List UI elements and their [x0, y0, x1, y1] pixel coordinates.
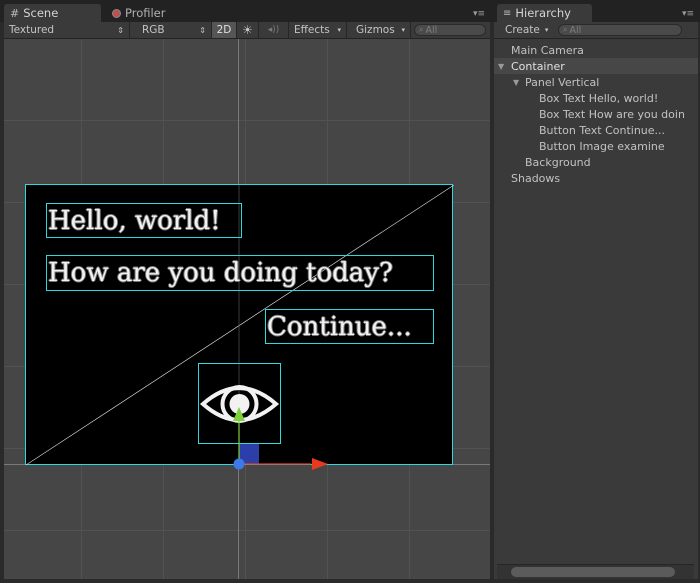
hierarchy-item-box-text-question[interactable]: Box Text How are you doin [494, 106, 698, 122]
lighting-toggle[interactable]: ☀ [237, 22, 259, 38]
panel-menu-icon[interactable]: ▾≡ [473, 9, 485, 19]
hierarchy-item-label: Panel Vertical [525, 75, 600, 89]
updown-icon: ⇕ [117, 25, 124, 35]
speaker-icon: ◂)) [267, 25, 280, 35]
hierarchy-item-label: Box Text How are you doin [539, 107, 685, 121]
tab-hierarchy-label: Hierarchy [515, 6, 571, 20]
hierarchy-item-container[interactable]: ▼ Container [494, 58, 698, 74]
hierarchy-item-label: Box Text Hello, world! [539, 91, 659, 105]
hello-text: Hello, world! [48, 205, 221, 236]
tab-hierarchy[interactable]: ≡ Hierarchy [497, 4, 592, 22]
hierarchy-horizontal-scrollbar[interactable] [497, 564, 694, 579]
box-text-question[interactable]: How are you doing today? [46, 255, 434, 291]
question-text: How are you doing today? [48, 258, 393, 288]
gizmo-x-arrow [312, 458, 328, 470]
scene-search-placeholder: All [425, 24, 438, 36]
scrollbar-thumb[interactable] [511, 567, 675, 577]
hierarchy-toolbar: Create ▾ ⌕ All [494, 22, 698, 39]
tab-scene[interactable]: # Scene [4, 4, 101, 22]
audio-toggle[interactable]: ◂)) [259, 22, 289, 38]
tab-profiler-label: Profiler [125, 6, 166, 20]
2d-toggle[interactable]: 2D [212, 22, 237, 38]
shading-mode-dropdown[interactable]: Textured ⇕ [4, 22, 130, 38]
hierarchy-list: Main Camera ▼ Container ▼ Panel Vertical… [494, 39, 698, 579]
chevron-down-icon: ▾ [544, 26, 549, 34]
grid-icon: # [10, 6, 20, 20]
2d-toggle-label: 2D [216, 24, 232, 36]
create-label: Create [505, 24, 540, 36]
list-icon: ≡ [503, 7, 512, 19]
render-mode-dropdown[interactable]: RGB ⇕ [137, 22, 212, 38]
chevron-down-icon: ▾ [337, 26, 341, 34]
scene-view[interactable]: Hello, world! How are you doing today? C… [4, 39, 490, 579]
search-icon: ⌕ [563, 25, 568, 34]
updown-icon: ⇕ [199, 25, 206, 35]
hierarchy-item-panel-vertical[interactable]: ▼ Panel Vertical [494, 74, 698, 90]
hierarchy-item-label: Button Text Continue... [539, 123, 666, 137]
profiler-icon [112, 8, 121, 18]
box-text-hello[interactable]: Hello, world! [46, 203, 242, 238]
tab-profiler[interactable]: Profiler [106, 4, 196, 22]
button-text-continue[interactable]: Continue... [265, 309, 434, 344]
hierarchy-item-label: Button Image examine [539, 139, 665, 153]
chevron-down-icon: ▾ [401, 26, 405, 34]
expand-arrow-icon[interactable]: ▼ [498, 62, 510, 71]
hierarchy-search-placeholder: All [569, 24, 582, 36]
hierarchy-item-button-text-continue[interactable]: Button Text Continue... [494, 122, 698, 138]
effects-dropdown[interactable]: Effects ▾ [289, 22, 347, 38]
hierarchy-search-input[interactable]: ⌕ All [558, 24, 682, 36]
shading-mode-value: Textured [9, 24, 55, 36]
hierarchy-item-background[interactable]: Background [494, 154, 698, 170]
effects-label: Effects [294, 24, 330, 36]
hierarchy-item-label: Shadows [511, 171, 561, 185]
hierarchy-item-button-image-examine[interactable]: Button Image examine [494, 138, 698, 154]
move-gizmo[interactable] [229, 369, 339, 479]
gizmos-dropdown[interactable]: Gizmos ▾ [351, 22, 411, 38]
hierarchy-item-label: Container [511, 59, 565, 73]
gizmos-label: Gizmos [356, 24, 395, 36]
hierarchy-item-main-camera[interactable]: Main Camera [494, 42, 698, 58]
hierarchy-menu-icon[interactable]: ▾≡ [682, 9, 694, 19]
hierarchy-item-box-text-hello[interactable]: Box Text Hello, world! [494, 90, 698, 106]
gizmo-y-arrow [233, 407, 245, 421]
render-mode-value: RGB [142, 24, 165, 36]
scene-toolbar: Textured ⇕ RGB ⇕ 2D ☀ ◂)) Effects ▾ Gizm… [4, 22, 490, 39]
sun-icon: ☀ [242, 23, 253, 37]
tab-scene-label: Scene [23, 6, 59, 20]
expand-arrow-icon[interactable]: ▼ [513, 78, 525, 87]
hierarchy-item-label: Background [525, 155, 591, 169]
create-dropdown[interactable]: Create ▾ [500, 22, 552, 38]
hierarchy-item-shadows[interactable]: Shadows [494, 170, 698, 186]
continue-text: Continue... [267, 311, 412, 342]
search-icon: ⌕ [419, 25, 424, 34]
gizmo-center [233, 458, 245, 470]
hierarchy-item-label: Main Camera [511, 43, 584, 57]
scene-search-input[interactable]: ⌕ All [414, 24, 486, 36]
